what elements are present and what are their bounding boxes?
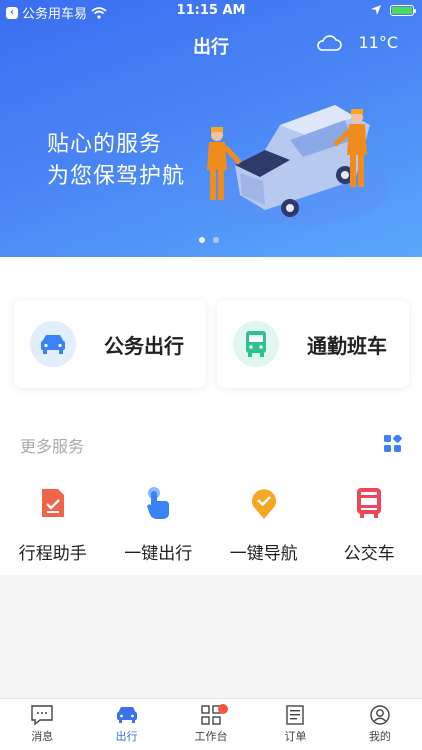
temperature: 11°C xyxy=(358,33,398,52)
tab-workbench[interactable]: 工作台 xyxy=(169,699,253,750)
commute-bus-label: 通勤班车 xyxy=(307,333,387,358)
tab-profile[interactable]: 我的 xyxy=(338,699,422,750)
tab-travel[interactable]: 出行 xyxy=(84,699,168,750)
car-icon xyxy=(30,321,76,367)
slogan-line-1: 贴心的服务 xyxy=(47,132,163,157)
pagination-dot-1[interactable] xyxy=(199,237,205,243)
tab-orders[interactable]: 订单 xyxy=(253,699,337,750)
service-label: 行程助手 xyxy=(18,544,87,564)
service-one-key-travel[interactable]: 一键出行 xyxy=(106,485,212,564)
tab-label: 消息 xyxy=(31,730,54,743)
car-repair-illustration xyxy=(207,105,390,225)
bottom-tab-bar: 消息 出行 工作台 订单 我的 xyxy=(0,698,422,750)
status-time: 11:15 AM xyxy=(176,3,246,18)
car-icon xyxy=(116,707,137,723)
location-check-icon xyxy=(250,485,278,521)
service-label: 公交车 xyxy=(343,544,395,564)
tap-icon xyxy=(145,485,171,521)
service-public-bus[interactable]: 公交车 xyxy=(317,485,422,564)
tab-messages[interactable]: 消息 xyxy=(0,699,84,750)
all-services-icon[interactable] xyxy=(384,435,402,453)
more-services-grid: 行程助手 一键出行 一键导航 公交车 xyxy=(0,485,422,564)
notification-badge xyxy=(217,704,228,714)
pagination-dot-2[interactable] xyxy=(213,237,219,243)
service-trip-assistant[interactable]: 行程助手 xyxy=(0,485,106,564)
main-content: 公务出行 通勤班车 更多服务 行程助手 一键出行 一键导航 公交车 xyxy=(0,257,422,575)
bus-icon xyxy=(355,485,383,521)
more-services-title: 更多服务 xyxy=(20,437,85,456)
bus-icon xyxy=(233,321,279,367)
service-label: 一键出行 xyxy=(124,544,193,564)
tab-label: 工作台 xyxy=(194,730,228,743)
weather: 11°C xyxy=(316,33,398,52)
tab-label: 订单 xyxy=(284,730,307,743)
user-icon xyxy=(370,705,390,725)
top-banner: ‹ 公务用车易 11:15 AM 出行 11°C 贴心的服务 为您保驾护航 xyxy=(0,0,422,257)
cloud-icon xyxy=(317,34,343,51)
order-icon xyxy=(286,705,305,725)
official-travel-card[interactable]: 公务出行 xyxy=(14,300,206,388)
tab-label: 我的 xyxy=(368,730,391,743)
commute-bus-card[interactable]: 通勤班车 xyxy=(217,300,409,388)
official-travel-label: 公务出行 xyxy=(104,333,184,358)
message-icon xyxy=(31,705,53,725)
battery-icon xyxy=(390,4,416,16)
slogan-line-2: 为您保驾护航 xyxy=(47,164,186,189)
banner-slogan: 贴心的服务 为您保驾护航 xyxy=(47,129,185,193)
status-bar: ‹ 公务用车易 11:15 AM xyxy=(0,0,422,22)
banner-pagination xyxy=(199,237,219,243)
document-check-icon xyxy=(40,485,66,521)
service-label: 一键导航 xyxy=(229,544,298,564)
service-one-key-navigation[interactable]: 一键导航 xyxy=(211,485,317,564)
tab-label: 出行 xyxy=(115,730,138,743)
location-arrow-icon xyxy=(371,5,381,15)
